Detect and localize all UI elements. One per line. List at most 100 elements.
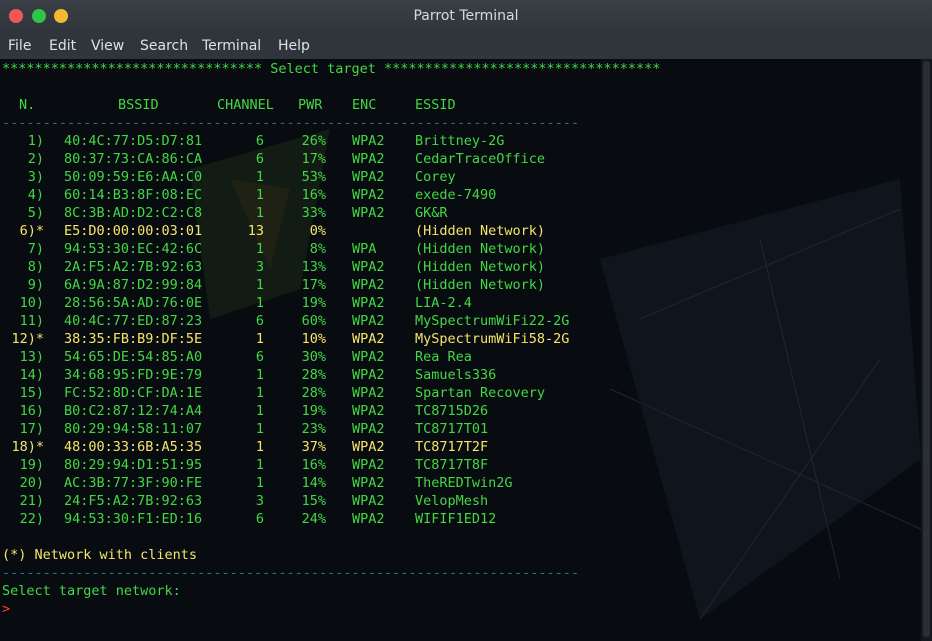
menu-help[interactable]: Help (278, 38, 310, 54)
row-channel: 1 (255, 385, 264, 401)
row-number: 3) (27, 169, 44, 185)
row-channel: 13 (247, 223, 264, 239)
prompt-input[interactable]: > (2, 600, 10, 618)
row-enc: WPA2 (352, 511, 385, 527)
row-channel: 1 (255, 187, 264, 203)
row-pwr: 15% (301, 493, 326, 509)
row-pwr: 14% (301, 475, 326, 491)
row-number: 9) (27, 277, 44, 293)
col-bssid: BSSID (118, 97, 159, 113)
prompt-label: Select target network: (2, 583, 181, 599)
row-bssid: 80:37:73:CA:86:CA (64, 151, 203, 167)
menu-terminal[interactable]: Terminal (202, 38, 261, 54)
row-number: 5) (27, 205, 44, 221)
row-essid: Corey (415, 169, 456, 185)
row-essid: Samuels336 (415, 367, 497, 383)
row-number: 21) (19, 493, 44, 509)
col-essid: ESSID (415, 97, 456, 113)
row-pwr: 30% (301, 349, 326, 365)
legend-text: (*) Network with clients (2, 547, 198, 563)
menu-bar: File Edit View Search Terminal Help (0, 34, 932, 59)
row-pwr: 13% (301, 259, 326, 275)
row-enc: WPA2 (352, 169, 385, 185)
row-number: 8) (27, 259, 44, 275)
separator-line: ----------------------------------------… (2, 115, 580, 131)
row-channel: 1 (255, 457, 264, 473)
row-number: 13) (19, 349, 44, 365)
row-channel: 3 (255, 259, 264, 275)
row-essid: (Hidden Network) (415, 241, 546, 257)
menu-file[interactable]: File (8, 38, 31, 54)
scrollbar[interactable] (921, 59, 932, 641)
title-bar[interactable]: Parrot Terminal (0, 0, 932, 34)
col-channel: CHANNEL (217, 97, 274, 113)
row-bssid: 80:29:94:58:11:07 (64, 421, 203, 437)
row-enc: WPA2 (352, 331, 385, 347)
row-channel: 3 (255, 493, 264, 509)
col-n: N. (19, 97, 36, 113)
row-enc: WPA2 (352, 151, 385, 167)
row-channel: 1 (255, 205, 264, 221)
row-pwr: 16% (301, 187, 326, 203)
table-header: N. BSSID CHANNEL PWR ENC ESSID (2, 96, 456, 114)
row-bssid: AC:3B:77:3F:90:FE (64, 475, 203, 491)
row-channel: 1 (255, 241, 264, 257)
row-essid: WIFIF1ED12 (415, 511, 497, 527)
header-line: ******************************** Select … (2, 61, 661, 77)
row-channel: 6 (255, 151, 264, 167)
row-bssid: 80:29:94:D1:51:95 (64, 457, 203, 473)
row-channel: 1 (255, 295, 264, 311)
row-enc: WPA2 (352, 205, 385, 221)
row-enc: WPA2 (352, 277, 385, 293)
row-enc: WPA2 (352, 259, 385, 275)
row-enc: WPA2 (352, 457, 385, 473)
terminal-window: Parrot Terminal File Edit View Search Te… (0, 0, 932, 641)
row-enc: WPA2 (352, 313, 385, 329)
row-pwr: 17% (301, 151, 326, 167)
row-bssid: 48:00:33:6B:A5:35 (64, 439, 203, 455)
row-pwr: 8% (309, 241, 326, 257)
row-bssid: 94:53:30:F1:ED:16 (64, 511, 203, 527)
row-enc: WPA2 (352, 421, 385, 437)
menu-search[interactable]: Search (140, 38, 188, 54)
row-pwr: 10% (301, 331, 326, 347)
row-bssid: FC:52:8D:CF:DA:1E (64, 385, 203, 401)
row-number: 19) (19, 457, 44, 473)
row-essid: TC8717T8F (415, 457, 489, 473)
row-essid: TheREDTwin2G (415, 475, 513, 491)
row-channel: 1 (255, 331, 264, 347)
row-pwr: 33% (301, 205, 326, 221)
row-bssid: 28:56:5A:AD:76:0E (64, 295, 203, 311)
row-channel: 1 (255, 475, 264, 491)
row-bssid: 6A:9A:87:D2:99:84 (64, 277, 203, 293)
row-enc: WPA2 (352, 475, 385, 491)
row-pwr: 26% (301, 133, 326, 149)
row-essid: MySpectrumWiFi58-2G (415, 331, 570, 347)
scrollbar-thumb[interactable] (923, 61, 930, 637)
menu-edit[interactable]: Edit (49, 38, 76, 54)
row-pwr: 17% (301, 277, 326, 293)
row-bssid: 2A:F5:A2:7B:92:63 (64, 259, 203, 275)
row-pwr: 37% (301, 439, 326, 455)
row-essid: LIA-2.4 (415, 295, 472, 311)
row-bssid: B0:C2:87:12:74:A4 (64, 403, 203, 419)
row-bssid: 38:35:FB:B9:DF:5E (64, 331, 203, 347)
row-pwr: 19% (301, 403, 326, 419)
row-enc: WPA (352, 241, 377, 257)
menu-view[interactable]: View (91, 38, 124, 54)
terminal-output[interactable]: ******************************** Select … (0, 59, 921, 641)
row-essid: TC8717T2F (415, 439, 489, 455)
row-pwr: 53% (301, 169, 326, 185)
row-enc: WPA2 (352, 133, 385, 149)
window-title: Parrot Terminal (413, 8, 519, 24)
row-channel: 1 (255, 169, 264, 185)
col-enc: ENC (352, 97, 377, 113)
row-pwr: 28% (301, 367, 326, 383)
row-channel: 6 (255, 349, 264, 365)
row-number: 18)* (11, 439, 44, 455)
row-number: 1) (27, 133, 44, 149)
row-enc: WPA2 (352, 403, 385, 419)
row-enc: WPA2 (352, 439, 385, 455)
row-essid: GK&R (415, 205, 448, 221)
row-essid: MySpectrumWiFi22-2G (415, 313, 570, 329)
